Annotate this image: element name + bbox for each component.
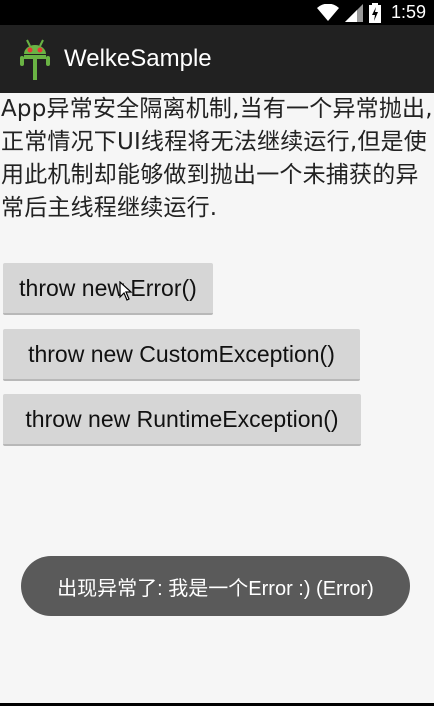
action-bar: WelkeSample	[0, 25, 434, 93]
throw-custom-exception-button[interactable]: throw new CustomException()	[3, 329, 360, 381]
mouse-cursor-icon	[119, 280, 133, 301]
toast-message: 出现异常了: 我是一个Error :) (Error)	[21, 556, 410, 616]
throw-error-button[interactable]: throw new Error()	[3, 263, 213, 315]
signal-icon	[344, 3, 363, 22]
app-title: WelkeSample	[64, 45, 212, 72]
battery-charging-icon	[368, 2, 381, 23]
throw-runtime-exception-button[interactable]: throw new RuntimeException()	[3, 394, 361, 446]
wifi-icon	[316, 3, 339, 22]
app-screen: 1:59 WelkeSample App异常安全隔离机制,当有一个异常抛出,正常…	[0, 0, 434, 706]
status-bar: 1:59	[0, 0, 434, 25]
status-time: 1:59	[390, 2, 426, 22]
toast-text: 出现异常了: 我是一个Error :) (Error)	[57, 577, 374, 600]
android-robot-icon	[18, 38, 52, 80]
description-text: App异常安全隔离机制,当有一个异常抛出,正常情况下UI线程将无法继续运行,但是…	[1, 96, 433, 221]
main-content: App异常安全隔离机制,当有一个异常抛出,正常情况下UI线程将无法继续运行,但是…	[0, 93, 434, 225]
status-icons: 1:59	[316, 0, 426, 25]
